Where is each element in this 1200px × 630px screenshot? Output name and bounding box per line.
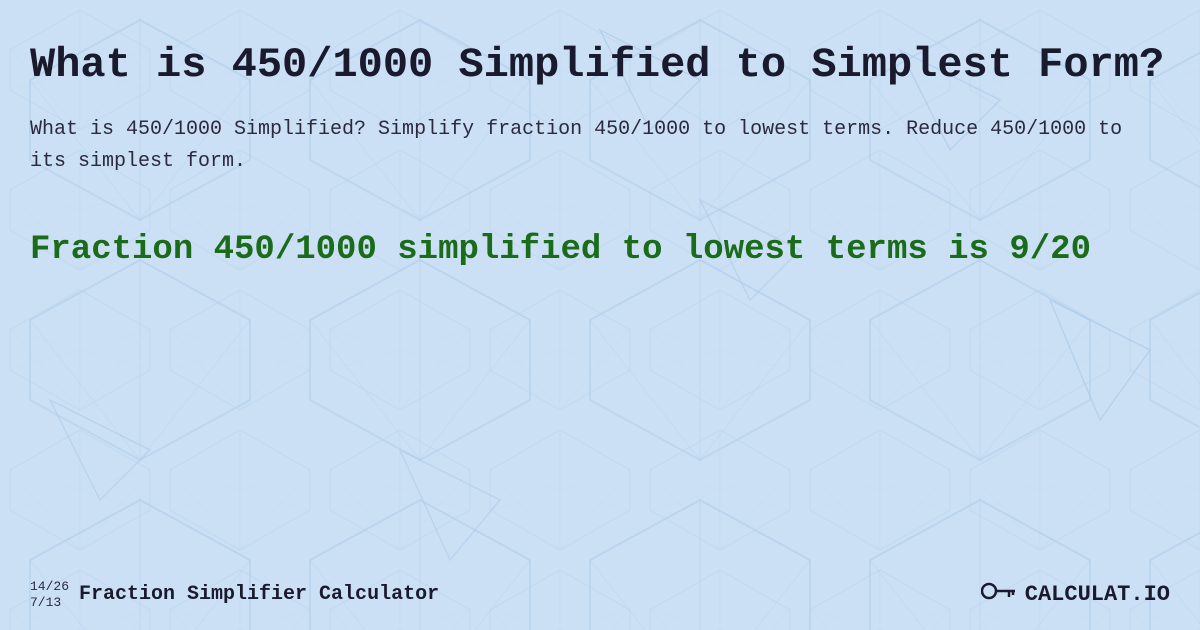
footer-brand-label: Fraction Simplifier Calculator xyxy=(79,583,439,606)
logo-icon xyxy=(981,577,1017,612)
logo-text: CALCULAT.IO xyxy=(1025,582,1170,607)
fraction-top: 14/26 xyxy=(30,579,69,595)
page-description: What is 450/1000 Simplified? Simplify fr… xyxy=(30,114,1170,178)
footer-logo: CALCULAT.IO xyxy=(981,577,1170,612)
fraction-bottom: 7/13 xyxy=(30,595,69,611)
page-title: What is 450/1000 Simplified to Simplest … xyxy=(30,40,1170,90)
result-text: Fraction 450/1000 simplified to lowest t… xyxy=(30,228,1170,272)
footer: 14/26 7/13 Fraction Simplifier Calculato… xyxy=(30,577,1170,612)
footer-left: 14/26 7/13 Fraction Simplifier Calculato… xyxy=(30,579,439,610)
footer-fraction: 14/26 7/13 xyxy=(30,579,69,610)
